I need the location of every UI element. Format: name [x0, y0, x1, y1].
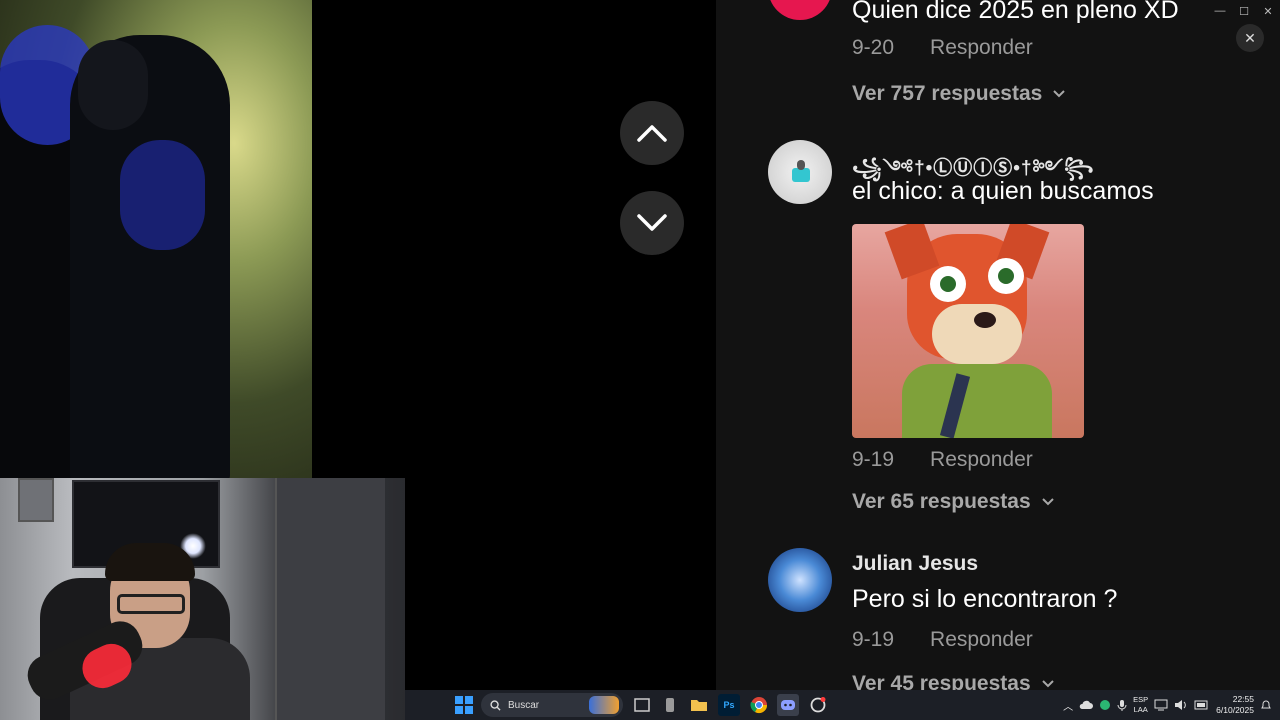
photoshop-icon: Ps	[723, 700, 735, 710]
desktop: Quien dice 2025 en pleno XD 9-20 Respond…	[0, 0, 1280, 720]
notification-icon[interactable]	[1260, 699, 1272, 711]
language-layout: LAA	[1133, 705, 1148, 714]
minimize-button[interactable]: —	[1208, 0, 1232, 22]
task-view-icon	[634, 698, 650, 712]
comment-date: 9-19	[852, 448, 895, 471]
previous-video-button[interactable]	[620, 101, 684, 165]
chevron-down-icon	[1053, 90, 1066, 98]
view-replies-button[interactable]: Ver 757 respuestas	[852, 82, 1066, 106]
next-video-button[interactable]	[620, 191, 684, 255]
taskbar-app-recorder[interactable]	[807, 694, 829, 716]
view-replies-label: Ver 757 respuestas	[852, 82, 1043, 105]
chevron-down-icon	[1041, 498, 1054, 506]
taskbar-discord[interactable]	[777, 694, 799, 716]
search-placeholder: Buscar	[508, 699, 540, 711]
webcam-person	[117, 594, 185, 614]
comment-meta: 9-20 Responder	[852, 36, 1033, 60]
taskbar-photoshop[interactable]: Ps	[718, 694, 740, 716]
start-button[interactable]	[453, 694, 475, 716]
taskbar-app-gadget[interactable]	[659, 694, 681, 716]
cloud-icon[interactable]	[1079, 700, 1094, 710]
network-icon[interactable]	[1154, 699, 1168, 711]
comment-text: Pero si lo encontraron ?	[852, 585, 1118, 613]
taskbar: Buscar Ps ︿ ESP LAA 22:55 6/10/2025	[405, 690, 1280, 720]
folder-icon	[691, 700, 707, 711]
reply-button[interactable]: Responder	[930, 448, 1033, 472]
search-icon	[490, 699, 501, 711]
view-replies-button[interactable]: Ver 65 respuestas	[852, 490, 1055, 514]
recorder-icon	[810, 697, 826, 713]
avatar[interactable]	[768, 140, 832, 204]
window-controls: — ☐ ✕	[1208, 0, 1280, 22]
comment-date: 9-20	[852, 36, 895, 59]
video-figure	[78, 40, 148, 130]
comment-meta: 9-19 Responder	[852, 628, 1033, 652]
maximize-button[interactable]: ☐	[1232, 0, 1256, 22]
view-replies-label: Ver 65 respuestas	[852, 490, 1031, 513]
chevron-down-icon	[637, 214, 667, 231]
reply-button[interactable]: Responder	[930, 36, 1033, 60]
chevron-down-icon	[1041, 680, 1054, 688]
taskbar-search[interactable]: Buscar	[481, 693, 623, 717]
volume-icon[interactable]	[1174, 699, 1188, 711]
view-replies-label: Ver 45 respuestas	[852, 672, 1031, 690]
comments-panel[interactable]: Quien dice 2025 en pleno XD 9-20 Respond…	[716, 0, 1280, 690]
view-replies-button[interactable]: Ver 45 respuestas	[852, 672, 1055, 690]
chrome-icon	[750, 697, 768, 714]
system-clock[interactable]: 22:55 6/10/2025	[1216, 694, 1254, 716]
microphone-icon[interactable]	[1117, 699, 1127, 712]
close-comments-button[interactable]: ✕	[1236, 24, 1264, 52]
language-indicator[interactable]: ESP LAA	[1133, 695, 1148, 715]
comment-text: Quien dice 2025 en pleno XD	[852, 0, 1179, 24]
comment-username[interactable]: Julian Jesus	[852, 552, 978, 576]
language-code: ESP	[1133, 695, 1149, 704]
system-tray: ︿ ESP LAA 22:55 6/10/2025	[1063, 690, 1280, 720]
comment-date: 9-19	[852, 628, 895, 651]
taskbar-file-explorer[interactable]	[688, 694, 710, 716]
battery-icon[interactable]	[1194, 700, 1210, 710]
search-highlight-icon	[589, 696, 619, 714]
video-figure	[120, 140, 205, 250]
device-icon	[666, 698, 674, 712]
webcam-scene	[18, 478, 54, 522]
chevron-up-icon	[637, 125, 667, 142]
avatar[interactable]	[768, 548, 832, 612]
video-frame[interactable]	[0, 0, 312, 478]
windows-icon	[455, 696, 473, 714]
discord-icon	[781, 700, 795, 710]
window-close-button[interactable]: ✕	[1256, 0, 1280, 22]
reply-button[interactable]: Responder	[930, 628, 1033, 652]
taskbar-chrome[interactable]	[748, 694, 770, 716]
webcam-overlay	[0, 478, 405, 720]
clock-date: 6/10/2025	[1216, 705, 1254, 715]
shield-icon[interactable]	[1099, 699, 1111, 711]
webcam-scene	[275, 478, 385, 720]
task-view-button[interactable]	[631, 694, 653, 716]
chevron-up-icon[interactable]: ︿	[1063, 698, 1073, 713]
comment-gif-image[interactable]	[852, 224, 1084, 438]
comment-meta: 9-19 Responder	[852, 448, 1033, 472]
webcam-person	[105, 543, 195, 581]
avatar[interactable]	[768, 0, 832, 20]
clock-time: 22:55	[1232, 694, 1254, 704]
comment-text: el chico: a quien buscamos	[852, 177, 1154, 205]
